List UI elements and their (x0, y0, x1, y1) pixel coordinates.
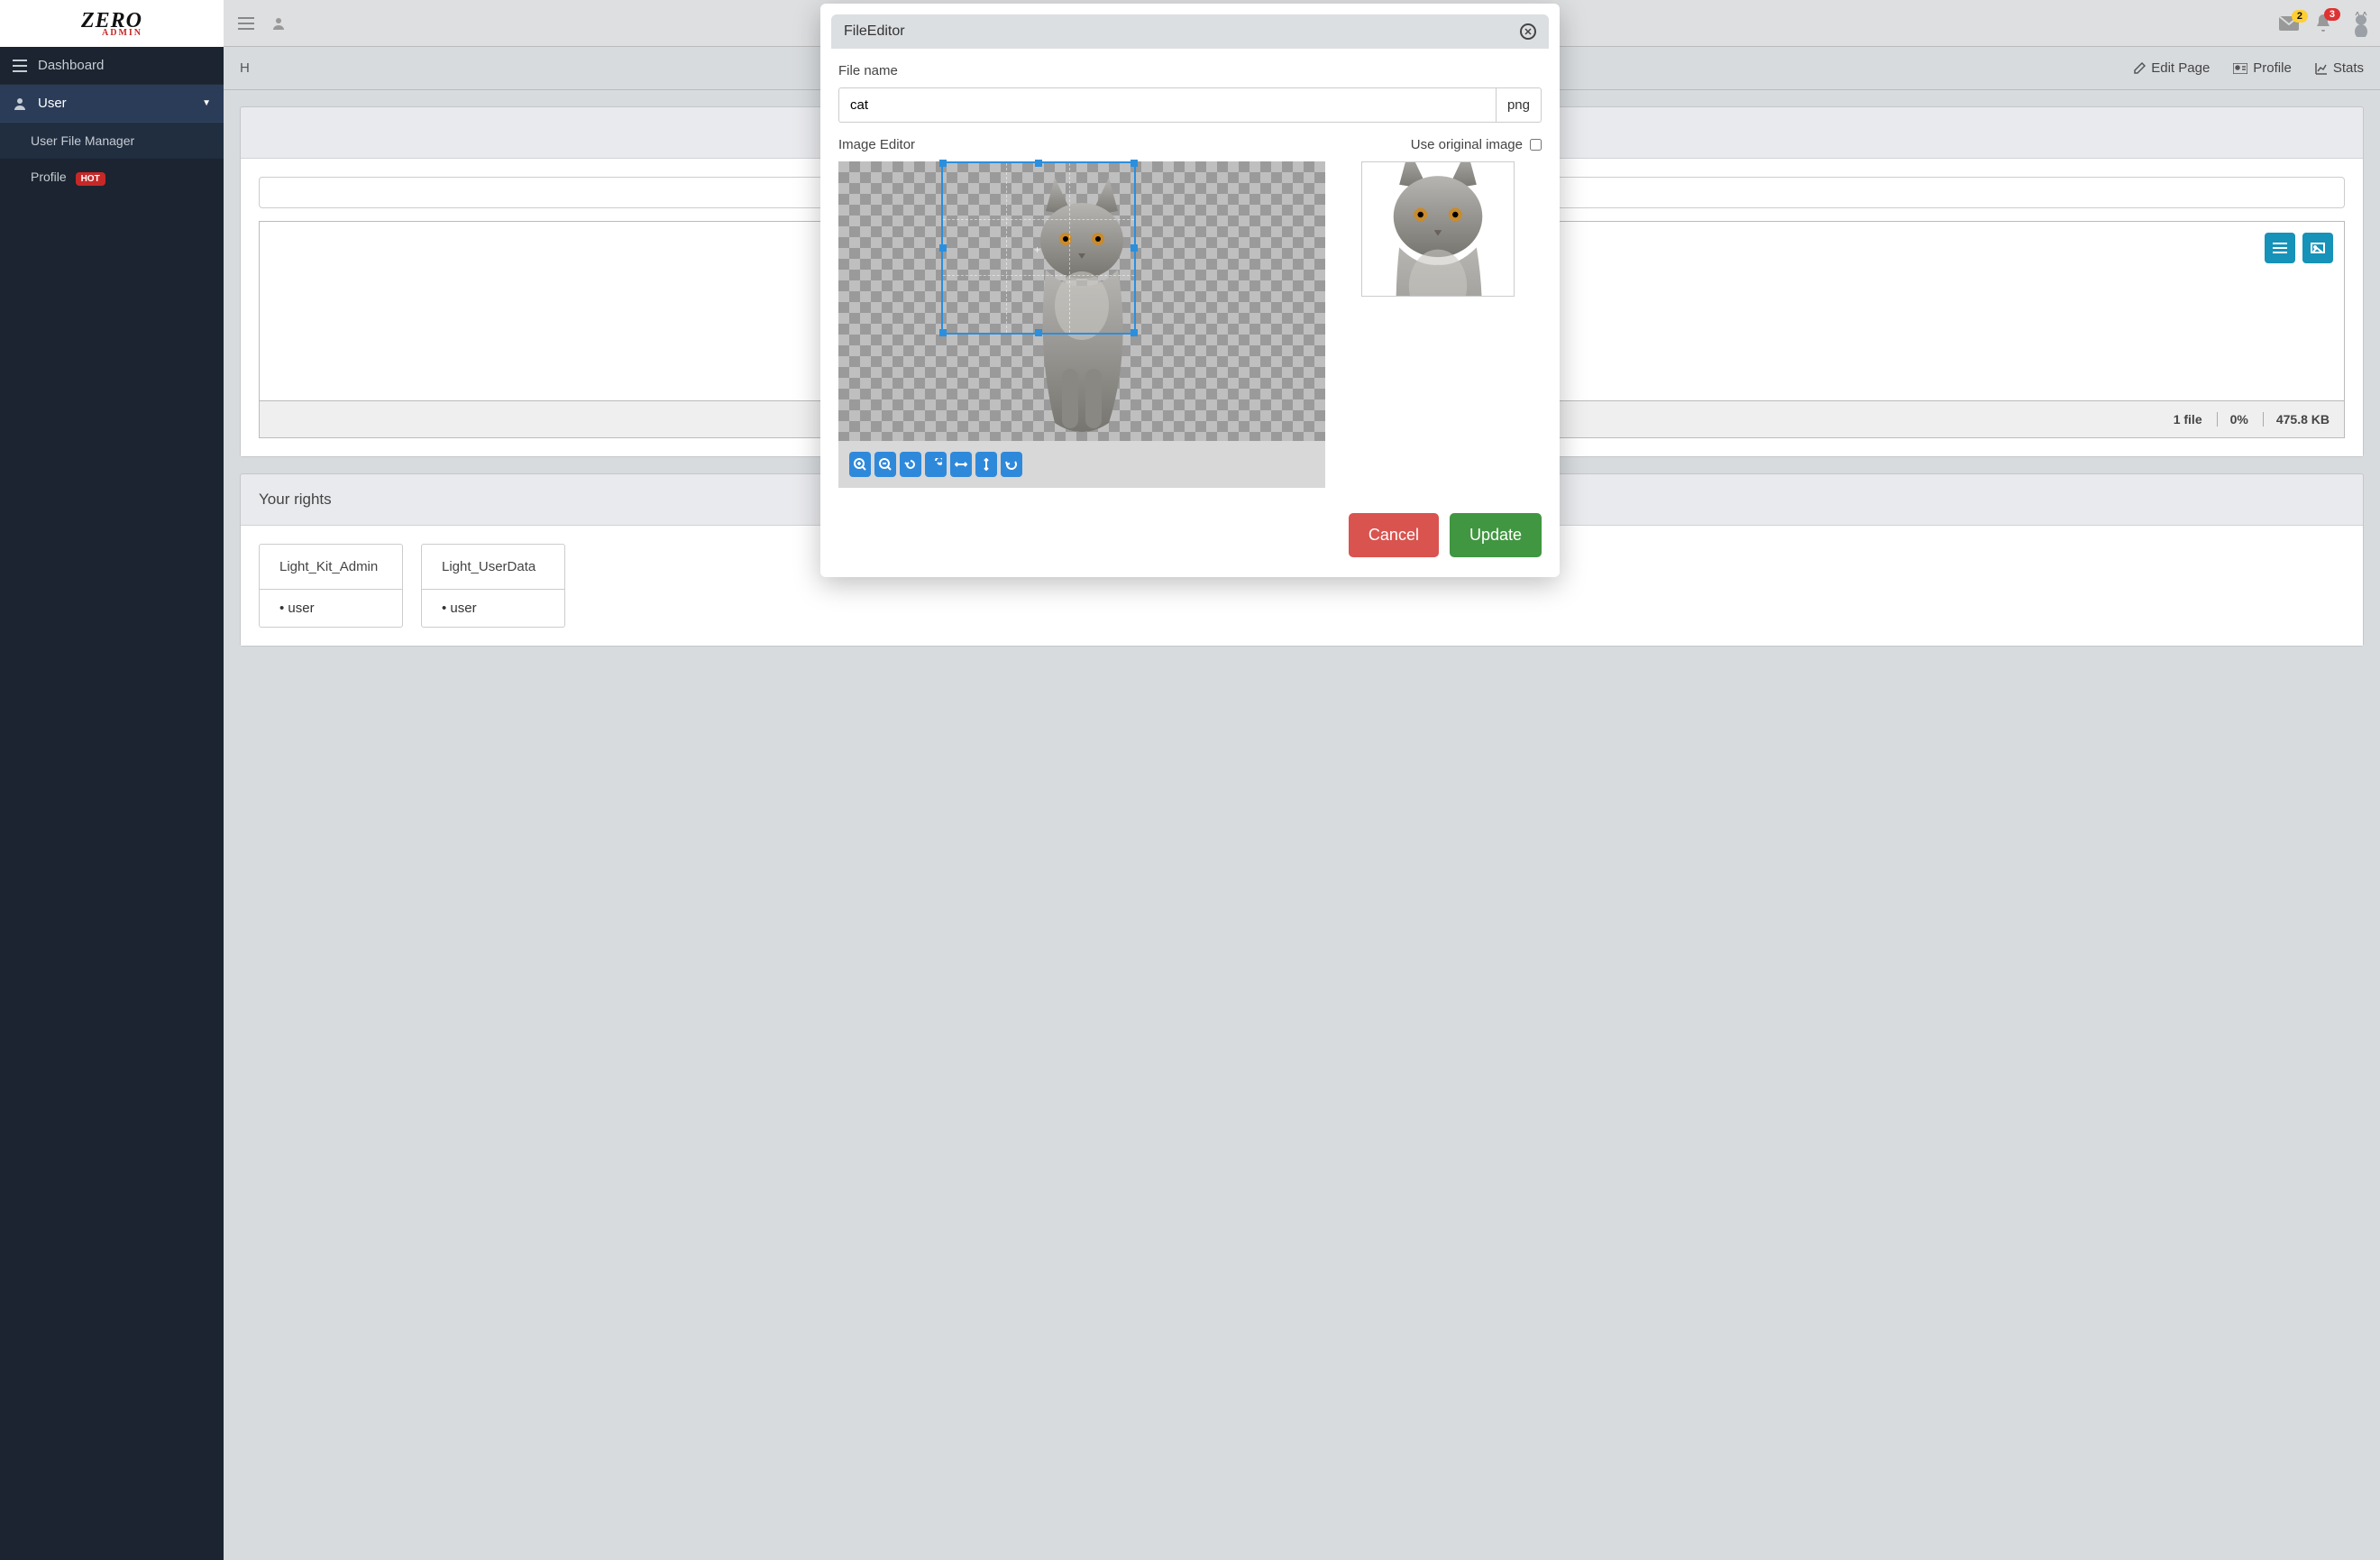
tool-label: Edit Page (2151, 60, 2210, 76)
sidebar-item-dashboard[interactable]: Dashboard (0, 47, 224, 85)
modal-header: FileEditor ✕ (831, 14, 1549, 49)
id-card-icon (2233, 63, 2247, 74)
right-card-title: Light_UserData (422, 545, 564, 589)
footer-pct: 0% (2217, 412, 2248, 427)
image-editor-label: Image Editor (838, 137, 915, 152)
sidebar-sub-file-manager[interactable]: User File Manager (0, 123, 224, 159)
tool-label: Stats (2333, 60, 2364, 76)
crop-handle[interactable] (1035, 329, 1042, 336)
crop-handle[interactable] (1130, 329, 1138, 336)
tool-label: Profile (2253, 60, 2292, 76)
cancel-button[interactable]: Cancel (1349, 513, 1439, 557)
close-icon[interactable]: ✕ (1520, 23, 1536, 40)
file-name-input[interactable] (838, 87, 1496, 123)
avatar[interactable] (2351, 10, 2371, 37)
edit-page-link[interactable]: Edit Page (2133, 60, 2210, 76)
cat-preview (1375, 161, 1501, 296)
messages-button[interactable]: 2 (2279, 16, 2299, 31)
grid-view-button[interactable] (2302, 233, 2333, 263)
logo[interactable]: ZERO ADMIN (0, 0, 224, 47)
zoom-out-button[interactable] (874, 452, 896, 477)
crop-handle[interactable] (1035, 160, 1042, 167)
modal-title: FileEditor (844, 23, 905, 40)
chart-icon (2315, 62, 2328, 75)
crop-frame[interactable]: + (941, 161, 1136, 335)
flip-horizontal-button[interactable] (950, 452, 972, 477)
notifications-button[interactable]: 3 (2315, 14, 2331, 32)
file-name-label: File name (838, 63, 1542, 78)
toggle-sidebar-button[interactable] (233, 10, 260, 37)
rotate-left-button[interactable] (900, 452, 921, 477)
sidebar: ZERO ADMIN Dashboard User ▼ User File Ma… (0, 0, 224, 1560)
crop-handle[interactable] (939, 329, 947, 336)
list-view-button[interactable] (2265, 233, 2295, 263)
right-card: Light_UserData • user (421, 544, 565, 628)
footer-size: 475.8 KB (2263, 412, 2330, 427)
user-icon (13, 96, 27, 111)
sidebar-sub-profile[interactable]: Profile HOT (0, 159, 224, 195)
crop-handle[interactable] (939, 244, 947, 252)
use-original-label: Use original image (1411, 137, 1523, 152)
right-card: Light_Kit_Admin • user (259, 544, 403, 628)
stats-link[interactable]: Stats (2315, 60, 2364, 76)
rotate-right-button[interactable] (925, 452, 947, 477)
update-button[interactable]: Update (1450, 513, 1542, 557)
flip-vertical-button[interactable] (975, 452, 997, 477)
file-editor-modal: FileEditor ✕ File name png Image Editor … (820, 4, 1560, 577)
breadcrumb-home[interactable]: H (240, 60, 250, 76)
crop-handle[interactable] (1130, 244, 1138, 252)
right-card-item: • user (422, 589, 564, 627)
sidebar-item-label: Profile (31, 170, 67, 184)
hot-badge: HOT (76, 172, 105, 186)
notifications-badge: 3 (2324, 8, 2340, 21)
file-ext: png (1496, 87, 1542, 123)
center-cross-icon: + (1034, 243, 1040, 256)
use-original-toggle[interactable]: Use original image (1411, 137, 1542, 152)
reset-button[interactable] (1001, 452, 1022, 477)
image-preview (1361, 161, 1515, 297)
right-card-item: • user (260, 589, 402, 627)
sidebar-item-label: User File Manager (31, 133, 134, 148)
use-original-checkbox[interactable] (1530, 139, 1542, 151)
image-cropper[interactable]: + (838, 161, 1325, 441)
sidebar-item-label: User (38, 96, 67, 111)
crop-handle[interactable] (1130, 160, 1138, 167)
right-card-title: Light_Kit_Admin (260, 545, 402, 589)
profile-link[interactable]: Profile (2233, 60, 2292, 76)
sidebar-item-label: Dashboard (38, 58, 104, 73)
crop-handle[interactable] (939, 160, 947, 167)
chevron-down-icon: ▼ (202, 98, 211, 108)
messages-badge: 2 (2292, 10, 2308, 23)
footer-files: 1 file (2174, 412, 2202, 427)
sidebar-item-user[interactable]: User ▼ (0, 85, 224, 123)
cropper-toolbar (838, 441, 1325, 488)
user-menu-button[interactable] (265, 10, 292, 37)
menu-icon (13, 60, 27, 72)
pencil-icon (2133, 62, 2146, 75)
zoom-in-button[interactable] (849, 452, 871, 477)
